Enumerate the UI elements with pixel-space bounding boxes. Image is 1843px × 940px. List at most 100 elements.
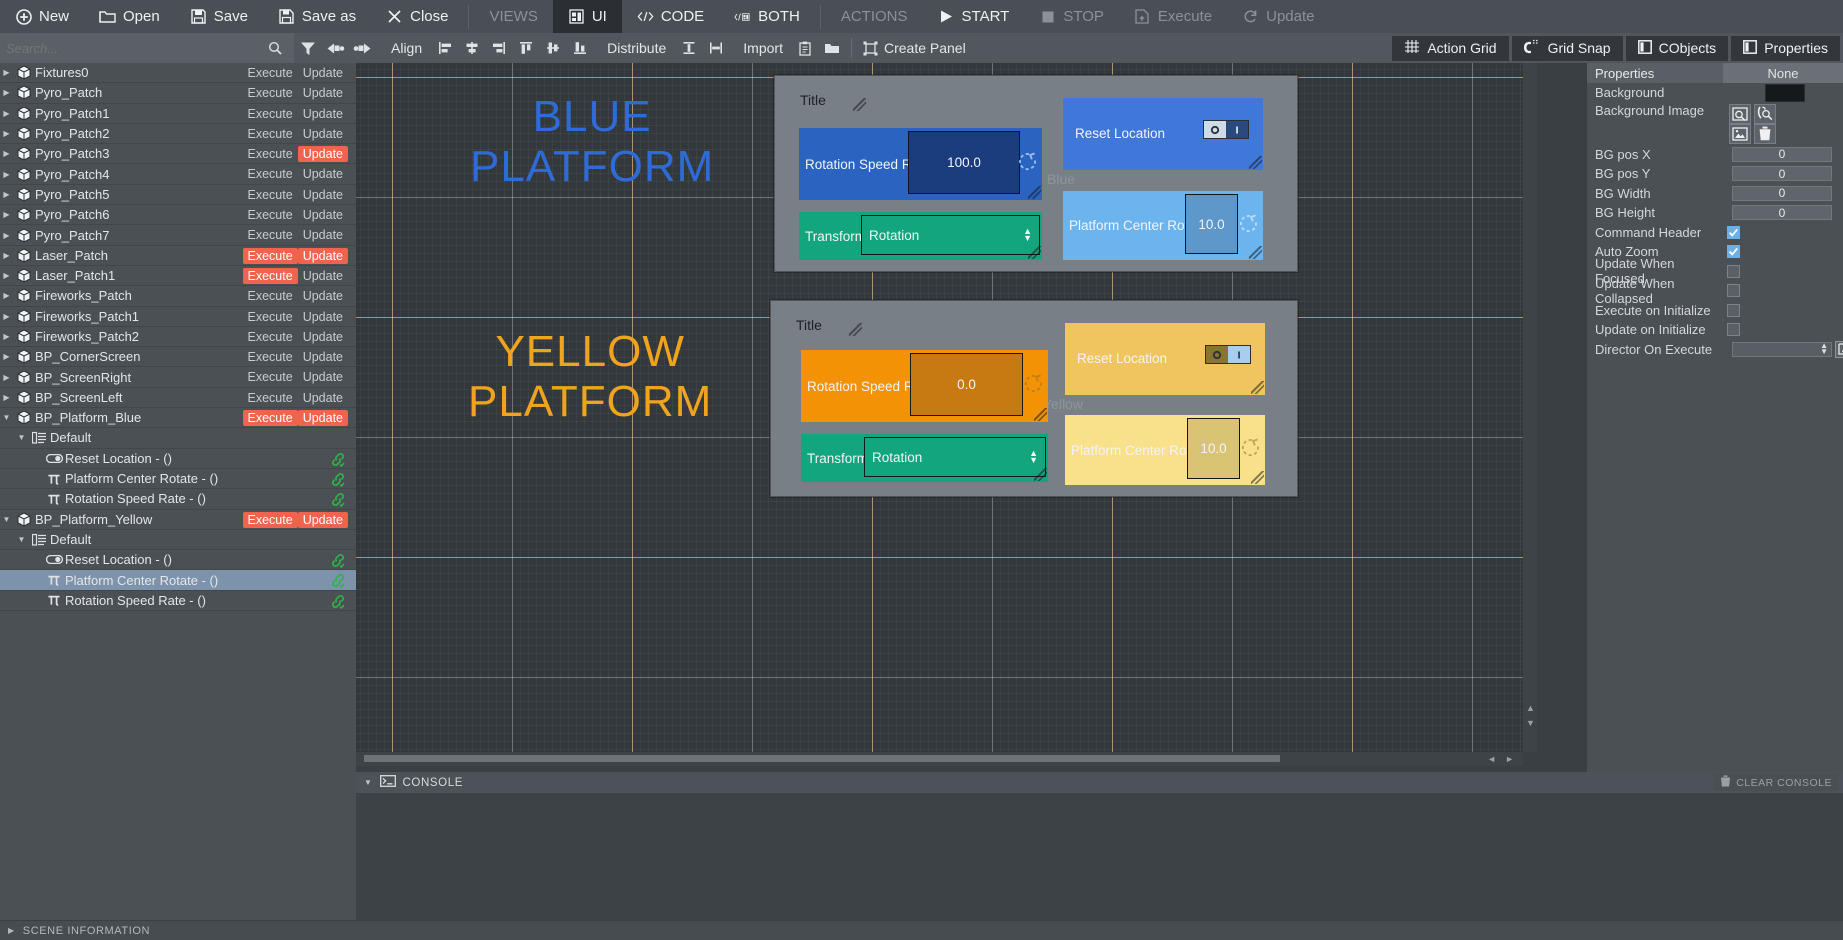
execute-button[interactable]: Execute xyxy=(243,85,298,101)
clipboard-icon[interactable] xyxy=(792,33,819,63)
chevron-down-icon[interactable]: ▼ xyxy=(15,535,28,544)
tree-row[interactable]: ▶Fixtures0ExecuteUpdate xyxy=(0,63,356,83)
canvas-panel[interactable]: TitleYellowRotation Speed Rate0.0Transfo… xyxy=(770,300,1298,497)
execute-button[interactable]: Execute xyxy=(243,512,298,528)
widget-value-field[interactable]: 10.0 xyxy=(1185,194,1238,254)
chevron-right-icon[interactable]: ▶ xyxy=(0,373,13,382)
update-button[interactable]: Update xyxy=(298,268,348,284)
action-execute[interactable]: Execute xyxy=(1119,0,1227,33)
tree-row[interactable]: ▼Default xyxy=(0,530,356,550)
tree-row[interactable]: ▶Fireworks_Patch1ExecuteUpdate xyxy=(0,307,356,327)
execute-button[interactable]: Execute xyxy=(243,410,298,426)
chevron-down-icon[interactable]: ▼ xyxy=(0,515,13,524)
tree-row[interactable]: ▶BP_ScreenRightExecuteUpdate xyxy=(0,367,356,387)
execute-button[interactable]: Execute xyxy=(243,65,298,81)
widget-transform-rotation[interactable]: TransformRotation▲▼ xyxy=(799,212,1042,260)
chevron-right-icon[interactable]: ▶ xyxy=(0,312,13,321)
menu-save[interactable]: Save xyxy=(175,0,263,33)
update-button[interactable]: Update xyxy=(298,65,348,81)
status-bar[interactable]: ▶ SCENE INFORMATION xyxy=(0,920,1843,940)
properties-selection[interactable]: None xyxy=(1723,63,1843,83)
canvas-hscrollbar[interactable]: ◄ ► xyxy=(356,752,1523,766)
collapse-left-icon[interactable] xyxy=(321,33,349,63)
panel-title[interactable]: Title xyxy=(796,317,822,333)
execute-button[interactable]: Execute xyxy=(243,309,298,325)
tree-row[interactable]: ▶Pyro_Patch2ExecuteUpdate xyxy=(0,124,356,144)
panel-title-resize-grip[interactable] xyxy=(853,98,866,111)
execute-button[interactable]: Execute xyxy=(243,369,298,385)
tree-row[interactable]: Reset Location - () xyxy=(0,550,356,570)
rotate-icon[interactable] xyxy=(1023,373,1045,398)
execute-button[interactable]: Execute xyxy=(243,207,298,223)
properties-button[interactable]: Properties xyxy=(1731,36,1840,61)
link-icon[interactable] xyxy=(331,492,346,510)
tree-row[interactable]: ▶Laser_Patch1ExecuteUpdate xyxy=(0,266,356,286)
update-button[interactable]: Update xyxy=(298,248,348,264)
tree-row[interactable]: Rotation Speed Rate - () xyxy=(0,489,356,509)
rotate-icon[interactable] xyxy=(1238,213,1260,238)
chevron-down-icon[interactable]: ▼ xyxy=(0,413,13,422)
rotate-icon[interactable] xyxy=(1240,437,1262,462)
chevron-right-icon[interactable]: ▶ xyxy=(0,109,13,118)
widget-resize-grip[interactable] xyxy=(1034,408,1047,421)
chevron-right-icon[interactable]: ▶ xyxy=(0,210,13,219)
view-tab-ui[interactable]: UI xyxy=(553,0,622,33)
widget-rotation-speed-rate[interactable]: Rotation Speed Rate100.0 xyxy=(799,128,1042,200)
update-button[interactable]: Update xyxy=(298,288,348,304)
chevron-right-icon[interactable]: ▶ xyxy=(0,170,13,179)
chevron-right-icon[interactable]: ▶ xyxy=(0,291,13,300)
tree-row[interactable]: Platform Center Rotate - () xyxy=(0,469,356,489)
widget-dropdown[interactable]: Rotation xyxy=(861,215,1040,255)
tree-row[interactable]: ▶Laser_PatchExecuteUpdate xyxy=(0,246,356,266)
triangle-right-icon[interactable]: ▶ xyxy=(8,926,15,935)
search-box[interactable] xyxy=(0,33,294,63)
execute-button[interactable]: Execute xyxy=(243,390,298,406)
widget-resize-grip[interactable] xyxy=(1249,246,1262,259)
scroll-up-arrow-icon[interactable]: ▲ xyxy=(1526,703,1535,713)
chevron-right-icon[interactable]: ▶ xyxy=(0,231,13,240)
scroll-right-arrow-icon[interactable]: ► xyxy=(1505,754,1514,764)
align-middle-v-icon[interactable] xyxy=(539,33,566,63)
tree-row[interactable]: ▶Fireworks_Patch2ExecuteUpdate xyxy=(0,327,356,347)
menu-save-as[interactable]: Save as xyxy=(263,0,371,33)
properties-panel[interactable]: Properties None BackgroundBackground Ima… xyxy=(1587,63,1843,772)
tree-row[interactable]: ▶BP_CornerScreenExecuteUpdate xyxy=(0,347,356,367)
tree-row[interactable]: Platform Center Rotate - () xyxy=(0,570,356,590)
browse-image-icon[interactable] xyxy=(1729,104,1751,124)
magnifier-icon[interactable] xyxy=(261,33,288,63)
director-on-execute-select[interactable]: ▲▼ xyxy=(1732,342,1832,357)
execute-button[interactable]: Execute xyxy=(243,288,298,304)
widget-transform-rotation[interactable]: TransformRotation▲▼ xyxy=(801,434,1048,482)
property-checkbox[interactable] xyxy=(1727,284,1740,297)
update-button[interactable]: Update xyxy=(298,512,348,528)
panel-title[interactable]: Title xyxy=(800,92,826,108)
chevron-right-icon[interactable]: ▶ xyxy=(0,271,13,280)
menu-close[interactable]: Close xyxy=(371,0,463,33)
clear-console-button[interactable]: CLEAR CONSOLE xyxy=(1713,774,1839,791)
action-start[interactable]: START xyxy=(923,0,1025,33)
property-checkbox[interactable] xyxy=(1727,265,1740,278)
toggle-option-on[interactable] xyxy=(1226,121,1248,138)
tree-row[interactable]: ▼BP_Platform_BlueExecuteUpdate xyxy=(0,408,356,428)
trash-icon[interactable] xyxy=(1754,124,1776,144)
scroll-down-arrow-icon[interactable]: ▼ xyxy=(1526,718,1535,728)
execute-button[interactable]: Execute xyxy=(243,268,298,284)
chevron-right-icon[interactable]: ▶ xyxy=(0,393,13,402)
canvas-hscroll-thumb[interactable] xyxy=(364,755,1280,762)
cobjects-button[interactable]: CObjects xyxy=(1626,36,1729,61)
property-number-input[interactable]: 0 xyxy=(1732,147,1832,162)
toggle-option-off[interactable] xyxy=(1204,121,1226,138)
widget-toggle-group[interactable] xyxy=(1205,345,1251,364)
execute-button[interactable]: Execute xyxy=(243,126,298,142)
widget-reset-location[interactable]: Reset Location xyxy=(1065,323,1265,395)
grid-snap-button[interactable]: Grid Snap xyxy=(1512,36,1623,61)
execute-button[interactable]: Execute xyxy=(243,248,298,264)
widget-reset-location[interactable]: Reset Location xyxy=(1063,98,1263,170)
tree-row[interactable]: ▼Default xyxy=(0,428,356,448)
canvas-text-label[interactable]: BLUEPLATFORM xyxy=(470,92,714,192)
tree-row[interactable]: ▶Pyro_PatchExecuteUpdate xyxy=(0,83,356,103)
property-number-input[interactable]: 0 xyxy=(1732,205,1832,220)
widget-platform-center-rotate[interactable]: Platform Center Rotate10.0 xyxy=(1063,191,1263,260)
place-image-icon[interactable] xyxy=(1729,124,1751,144)
search-input[interactable] xyxy=(6,41,261,56)
